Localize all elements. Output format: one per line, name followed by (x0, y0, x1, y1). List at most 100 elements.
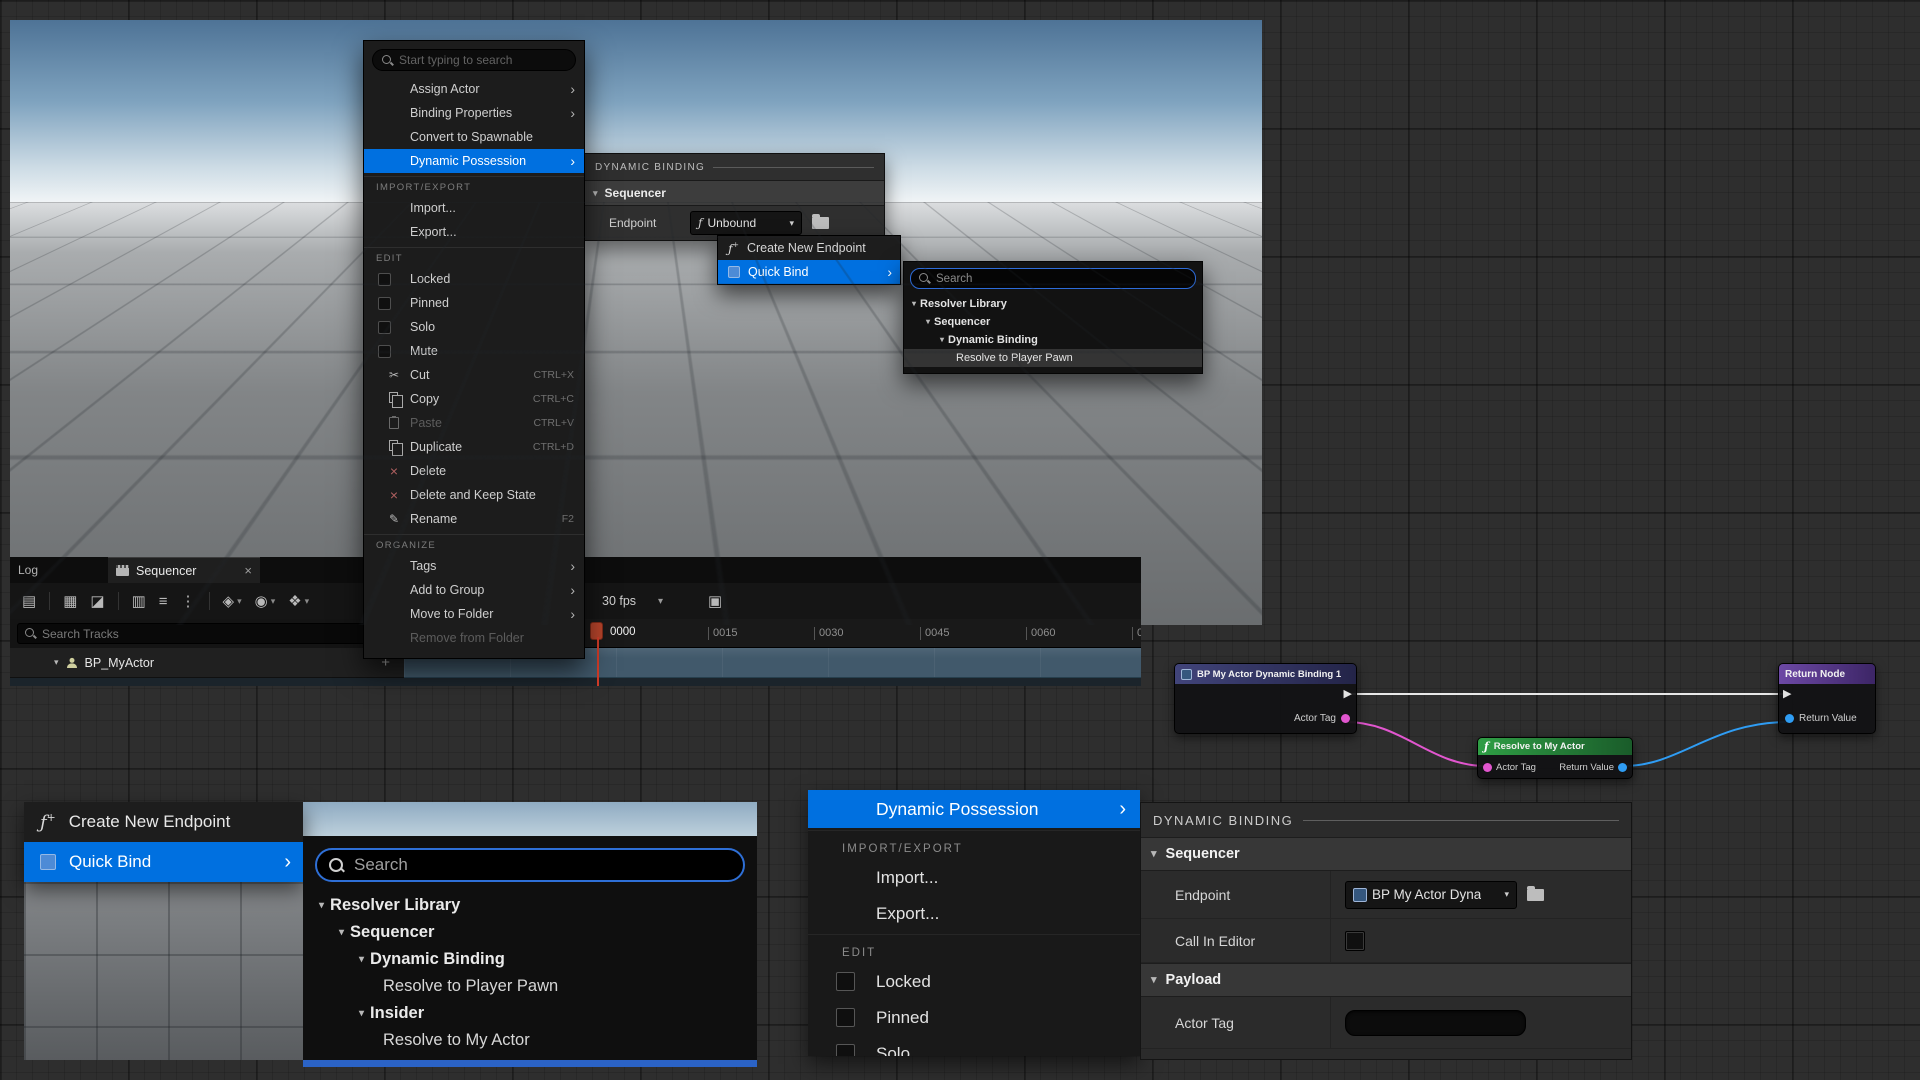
category-sequencer[interactable]: Sequencer (585, 180, 884, 206)
solo-checkbox[interactable] (836, 1044, 855, 1056)
menu-item-dynamic-possession[interactable]: Dynamic Possession (808, 790, 1140, 828)
track-search-input[interactable] (42, 627, 389, 641)
track-filters-icon[interactable] (159, 594, 168, 609)
endpoint-dropdown[interactable]: Unbound (690, 211, 802, 235)
menu-item-paste[interactable]: PasteCTRL+V (364, 411, 584, 435)
resolve-function-node[interactable]: Resolve to My Actor Actor Tag Return Val… (1477, 737, 1633, 779)
browse-to-asset-icon[interactable] (812, 217, 829, 229)
tree-item-resolve-to-player-pawn[interactable]: Resolve to Player Pawn (303, 973, 757, 1000)
tree-item-insider[interactable]: Insider (303, 1000, 757, 1027)
tree-item-sequencer[interactable]: Sequencer (303, 919, 757, 946)
call-in-editor-checkbox[interactable] (1345, 931, 1365, 951)
tree-item-dynamic-binding[interactable]: Dynamic Binding (303, 946, 757, 973)
keyframe-options-icon[interactable] (288, 594, 309, 609)
tree-item-resolver-library[interactable]: Resolver Library (303, 892, 757, 919)
pinned-checkbox[interactable] (836, 1008, 855, 1027)
menu-item-mute[interactable]: Mute (364, 339, 584, 363)
return-value-output-pin[interactable]: Return Value (1559, 762, 1627, 773)
tree-item-resolve-to-my-actor[interactable]: Resolve to My Actor (303, 1027, 757, 1054)
expander-icon[interactable] (359, 1009, 364, 1019)
category-payload[interactable]: Payload (1141, 963, 1631, 997)
log-tab[interactable]: Log (18, 563, 38, 577)
resolver-search-input[interactable] (354, 855, 731, 875)
endpoint-dropdown[interactable]: BP My Actor Dyna (1345, 881, 1517, 909)
expander-icon[interactable] (593, 189, 598, 198)
actor-tag-input[interactable] (1345, 1010, 1526, 1036)
camera-lock-icon[interactable] (708, 594, 722, 609)
actor-tag-input-pin[interactable]: Actor Tag (1483, 762, 1536, 773)
exec-output-pin[interactable] (1344, 689, 1352, 700)
menu-item-duplicate[interactable]: DuplicateCTRL+D (364, 435, 584, 459)
menu-item-locked[interactable]: Locked (808, 964, 1140, 1000)
shot-track-icon[interactable] (132, 594, 146, 609)
menu-item-delete-and-keep-state[interactable]: Delete and Keep State (364, 483, 584, 507)
menu-item-solo[interactable]: Solo (364, 315, 584, 339)
track-search-box[interactable] (17, 623, 397, 644)
exec-input-pin[interactable] (1783, 689, 1791, 700)
menu-item-assign-actor[interactable]: Assign Actor (364, 77, 584, 101)
resolver-search-input[interactable] (936, 273, 1187, 285)
menu-search-box[interactable] (372, 49, 576, 71)
locked-checkbox[interactable] (836, 972, 855, 991)
track-header-row[interactable]: BP_MyActor (10, 648, 404, 678)
menu-item-create-new-endpoint[interactable]: Create New Endpoint (24, 802, 303, 842)
expander-icon[interactable] (319, 901, 324, 911)
menu-item-quick-bind[interactable]: Quick Bind (718, 260, 900, 284)
expander-icon[interactable] (926, 318, 930, 326)
save-icon[interactable] (22, 594, 36, 609)
return-value-input-pin[interactable]: Return Value (1785, 713, 1857, 724)
more-options-icon[interactable] (181, 594, 196, 609)
menu-item-delete[interactable]: Delete (364, 459, 584, 483)
return-node[interactable]: Return Node Return Value (1778, 663, 1876, 734)
fps-selector[interactable]: 30 fps (602, 594, 636, 608)
menu-item-binding-properties[interactable]: Binding Properties (364, 101, 584, 125)
tree-item-resolve-to-player-pawn[interactable]: Resolve to Player Pawn (904, 349, 1202, 367)
binding-endpoint-node[interactable]: BP My Actor Dynamic Binding 1 Actor Tag (1174, 663, 1357, 734)
menu-item-export[interactable]: Export... (808, 896, 1140, 932)
settings-icon[interactable] (223, 594, 242, 609)
menu-item-export[interactable]: Export... (364, 220, 584, 244)
menu-item-pinned[interactable]: Pinned (808, 1000, 1140, 1036)
menu-item-copy[interactable]: CopyCTRL+C (364, 387, 584, 411)
menu-item-add-to-group[interactable]: Add to Group (364, 578, 584, 602)
expander-icon[interactable] (1151, 975, 1157, 986)
menu-search-input[interactable] (399, 53, 566, 67)
menu-item-pinned[interactable]: Pinned (364, 291, 584, 315)
solo-checkbox[interactable] (378, 321, 391, 334)
tree-item-sequencer[interactable]: Sequencer (904, 313, 1202, 331)
menu-item-create-new-endpoint[interactable]: Create New Endpoint (718, 236, 900, 260)
expander-icon[interactable] (912, 300, 916, 308)
close-icon[interactable] (244, 564, 252, 577)
resolver-search-box[interactable] (315, 848, 745, 882)
menu-item-cut[interactable]: CutCTRL+X (364, 363, 584, 387)
menu-item-import[interactable]: Import... (808, 860, 1140, 896)
menu-item-import[interactable]: Import... (364, 196, 584, 220)
category-sequencer[interactable]: Sequencer (1141, 837, 1631, 871)
menu-item-convert-to-spawnable[interactable]: Convert to Spawnable (364, 125, 584, 149)
sequencer-tab[interactable]: Sequencer (108, 557, 260, 583)
menu-item-locked[interactable]: Locked (364, 267, 584, 291)
menu-item-quick-bind[interactable]: Quick Bind (24, 842, 303, 882)
menu-item-remove-from-folder[interactable]: Remove from Folder (364, 626, 584, 650)
expander-icon[interactable] (339, 928, 344, 938)
menu-item-solo[interactable]: Solo (808, 1036, 1140, 1056)
actor-tag-output-pin[interactable]: Actor Tag (1294, 713, 1350, 724)
expander-icon[interactable] (359, 955, 364, 965)
browse-to-asset-icon[interactable] (1527, 889, 1544, 901)
playhead-line[interactable] (597, 637, 599, 686)
tree-item-dynamic-binding[interactable]: Dynamic Binding (904, 331, 1202, 349)
expander-icon[interactable] (1151, 849, 1157, 860)
menu-item-tags[interactable]: Tags (364, 554, 584, 578)
mute-checkbox[interactable] (378, 345, 391, 358)
resolver-search-box[interactable] (910, 268, 1196, 289)
locked-checkbox[interactable] (378, 273, 391, 286)
render-movie-icon[interactable] (63, 594, 77, 609)
create-camera-icon[interactable] (90, 594, 104, 609)
tree-item-resolver-library[interactable]: Resolver Library (904, 295, 1202, 313)
menu-item-rename[interactable]: RenameF2 (364, 507, 584, 531)
menu-item-move-to-folder[interactable]: Move to Folder (364, 602, 584, 626)
expander-icon[interactable] (940, 336, 944, 344)
pinned-checkbox[interactable] (378, 297, 391, 310)
menu-item-dynamic-possession[interactable]: Dynamic Possession (364, 149, 584, 173)
view-options-icon[interactable] (255, 594, 276, 609)
